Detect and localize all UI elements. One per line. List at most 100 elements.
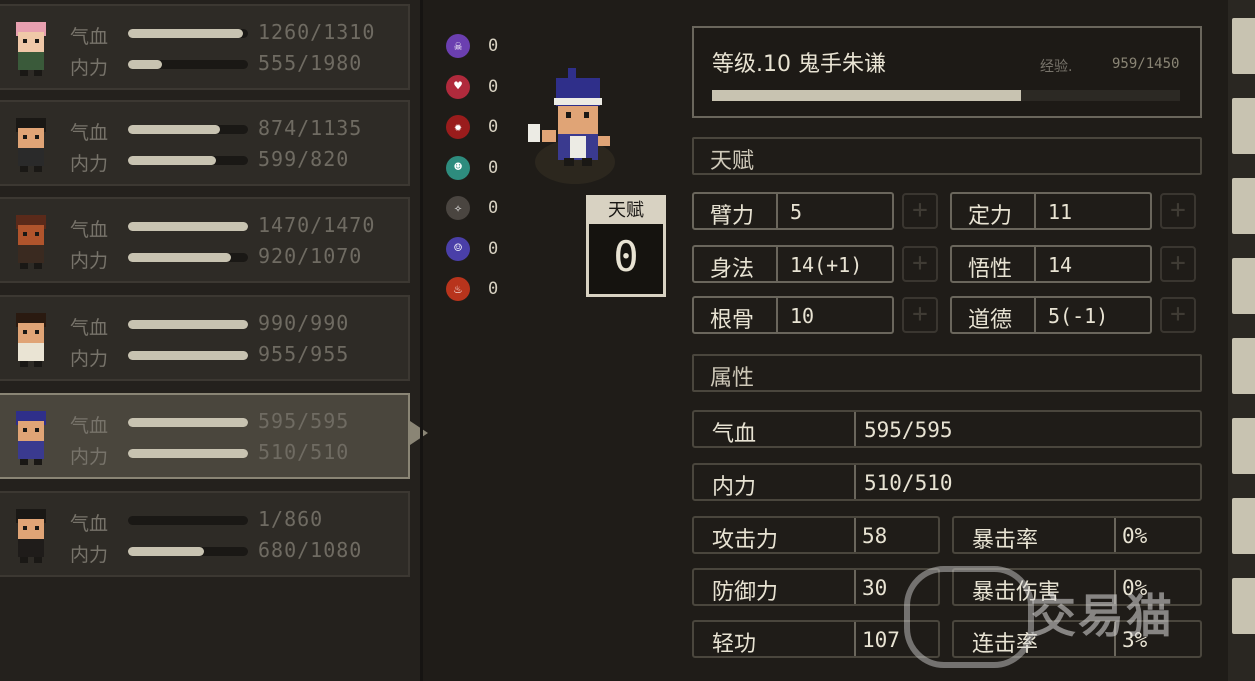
attr-def-value: 30 — [862, 576, 888, 600]
edge-tab-7[interactable] — [1232, 498, 1255, 554]
attr-def-row: 防御力 30 — [692, 568, 940, 606]
mp-value: 599/820 — [258, 147, 350, 171]
status-effect-count: 0 — [488, 279, 499, 299]
talent-stat-name: 悟性 — [968, 257, 1013, 282]
exp-label: 经验. — [1040, 59, 1073, 75]
hp-bar-fill — [128, 125, 221, 134]
edge-tab-1[interactable] — [1232, 18, 1255, 74]
party-panel: 气血 1260/1310 内力 555/1980 气血 874/1135 内力 … — [0, 0, 420, 681]
hp-bar — [128, 516, 248, 525]
talent-stat-name: 道德 — [968, 308, 1013, 333]
attribute-section-header: 属性 — [692, 354, 1202, 392]
status-effect-row: ☠ 0 — [446, 33, 498, 59]
status-effect-row: ☺ 0 — [446, 236, 498, 262]
talent-stat-name: 根骨 — [710, 308, 755, 333]
attr-atk-value: 58 — [862, 524, 888, 548]
edge-tab-6[interactable] — [1232, 418, 1255, 474]
skull-icon: ☠ — [446, 34, 470, 58]
talent-plus-icon[interactable]: + — [902, 193, 938, 229]
talent-stat-value: 14(+1) — [790, 253, 863, 277]
talent-stat-row: 悟性 14 — [950, 245, 1152, 283]
status-effect-row: ♨ 0 — [446, 276, 498, 302]
mp-bar-fill — [128, 351, 248, 360]
attr-hp-name-box: 气血 — [694, 412, 856, 447]
attr-hp-value: 595/595 — [864, 418, 953, 442]
party-member-avatar — [6, 307, 56, 371]
status-effect-row: ☻ 0 — [446, 155, 498, 181]
talent-stat-separator — [1034, 247, 1036, 281]
talent-stat-value: 11 — [1048, 200, 1073, 224]
toxic-icon: ☻ — [446, 155, 470, 180]
hp-bar — [128, 320, 248, 329]
status-effect-count: 0 — [488, 198, 499, 218]
attr-speed-row: 轻功 107 — [692, 620, 940, 658]
party-member-card[interactable]: 气血 1/860 内力 680/1080 — [0, 491, 410, 577]
status-effect-count: 0 — [488, 36, 499, 56]
edge-tab-2[interactable] — [1232, 98, 1255, 154]
talent-stat-row: 根骨 10 — [692, 296, 894, 334]
hp-value: 1260/1310 — [258, 20, 376, 44]
party-member-avatar — [6, 112, 56, 176]
hp-bar — [128, 222, 248, 231]
hp-value: 1/860 — [258, 507, 324, 531]
mp-label: 内力 — [70, 250, 109, 272]
exp-bar — [712, 90, 1180, 101]
mp-bar-fill — [128, 449, 248, 458]
status-effect-count: 0 — [488, 76, 499, 97]
mp-bar — [128, 449, 248, 458]
talent-stat-row: 身法 14(+1) — [692, 245, 894, 283]
attr-mp-row: 内力 510/510 — [692, 463, 1202, 501]
party-member-card[interactable]: 气血 990/990 内力 955/955 — [0, 295, 410, 381]
talent-plus-icon[interactable]: + — [1160, 297, 1196, 333]
character-title: 等级.10 鬼手朱谦 — [712, 52, 886, 77]
talent-stat-separator — [776, 194, 778, 228]
edge-tab-3[interactable] — [1232, 178, 1255, 234]
talent-stat-separator — [776, 298, 778, 332]
talent-plus-icon[interactable]: + — [1160, 246, 1196, 282]
party-member-avatar — [6, 16, 56, 80]
mp-label: 内力 — [70, 446, 109, 468]
hp-label: 气血 — [70, 415, 109, 437]
panel-divider — [420, 0, 423, 681]
party-member-card[interactable]: 气血 1470/1470 内力 920/1070 — [0, 197, 410, 283]
party-member-card[interactable]: 气血 874/1135 内力 599/820 — [0, 100, 410, 186]
attr-atk-row: 攻击力 58 — [692, 516, 940, 554]
attr-hp-row: 气血 595/595 — [692, 410, 1202, 448]
talent-plus-icon[interactable]: + — [902, 297, 938, 333]
talent-stat-row: 臂力 5 — [692, 192, 894, 230]
party-member-avatar — [6, 209, 56, 273]
talent-plus-icon[interactable]: + — [1160, 193, 1196, 229]
watermark-logo-icon — [904, 566, 1034, 668]
selected-arrow-indicator — [410, 421, 428, 445]
mp-bar — [128, 253, 248, 262]
edge-tab-8[interactable] — [1232, 578, 1255, 634]
attr-mp-value: 510/510 — [864, 471, 953, 495]
mp-label: 内力 — [70, 153, 109, 175]
hp-label: 气血 — [70, 513, 109, 535]
mp-bar — [128, 547, 248, 556]
talent-stat-row: 道德 5(-1) — [950, 296, 1152, 334]
edge-tab-5[interactable] — [1232, 338, 1255, 394]
attr-speed-name-box: 轻功 — [694, 622, 856, 657]
party-member-card[interactable]: 气血 595/595 内力 510/510 — [0, 393, 410, 479]
frozen-face-icon: ☺ — [446, 236, 470, 261]
status-effect-row: ✹ 0 — [446, 114, 498, 140]
status-effect-count: 0 — [488, 157, 499, 178]
hp-bar — [128, 418, 248, 427]
hp-label: 气血 — [70, 317, 109, 339]
talent-stat-separator — [1034, 298, 1036, 332]
attr-mp-name: 内力 — [712, 475, 757, 500]
talent-stat-separator — [1034, 194, 1036, 228]
hp-bar — [128, 125, 248, 134]
edge-tab-4[interactable] — [1232, 258, 1255, 314]
talent-stat-value: 10 — [790, 304, 815, 328]
talent-plus-icon[interactable]: + — [902, 246, 938, 282]
mp-value: 510/510 — [258, 440, 350, 464]
talent-section-header: 天赋 — [692, 137, 1202, 175]
attr-crit-rate-row: 暴击率 0% — [952, 516, 1202, 554]
party-member-card[interactable]: 气血 1260/1310 内力 555/1980 — [0, 4, 410, 90]
attr-speed-name: 轻功 — [712, 632, 757, 657]
attr-atk-name-box: 攻击力 — [694, 518, 856, 553]
talent-points-label: 天赋 — [589, 198, 663, 224]
mp-label: 内力 — [70, 348, 109, 370]
